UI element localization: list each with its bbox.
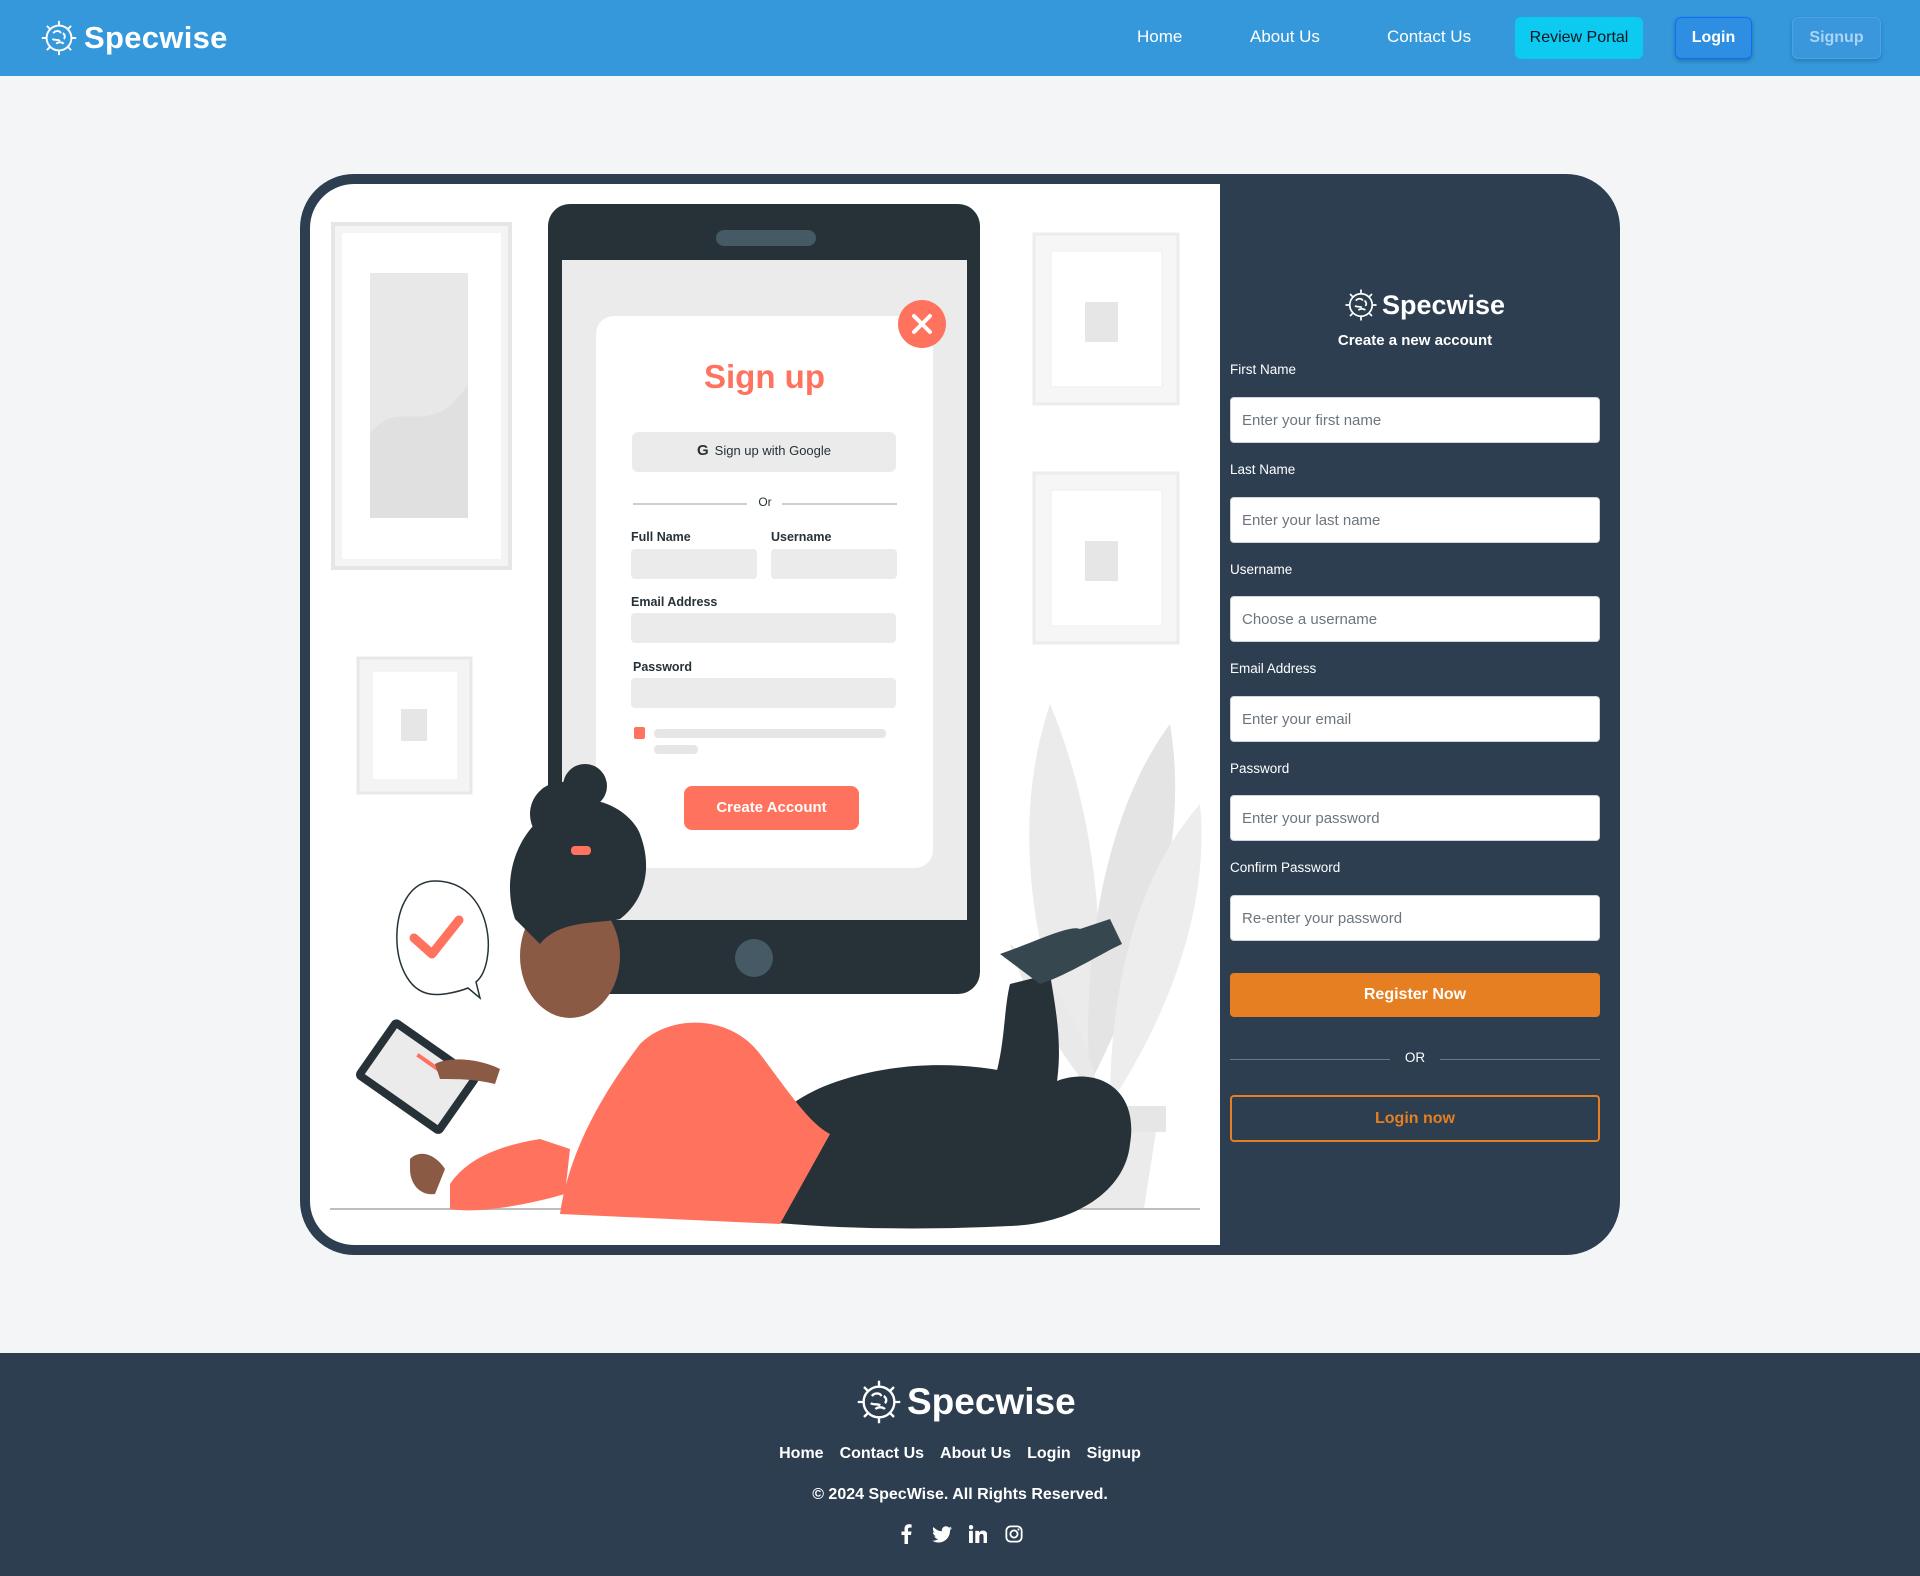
confirm-password-input[interactable]	[1230, 895, 1600, 941]
form-subtitle: Create a new account	[1337, 332, 1493, 349]
first-name-label: First Name	[1230, 362, 1297, 377]
registration-form-panel: Specwise Create a new account First Name…	[1220, 174, 1620, 1255]
last-name-input[interactable]	[1230, 497, 1600, 543]
username-input[interactable]	[1230, 596, 1600, 642]
first-name-input[interactable]	[1230, 397, 1600, 443]
login-now-button[interactable]: Login now	[1230, 1095, 1600, 1142]
illustration-password-label: Password	[633, 660, 693, 674]
password-label: Password	[1230, 761, 1290, 776]
nav-link-contact-us[interactable]: Contact Us	[1387, 27, 1471, 47]
footer-link-contact-us[interactable]: Contact Us	[840, 1445, 924, 1463]
wall-frame-large	[331, 222, 512, 570]
form-brand-name: Specwise	[1382, 289, 1506, 320]
form-brand: Specwise	[1342, 286, 1505, 324]
illustration-create-account: Create Account	[716, 799, 827, 816]
gear-brain-logo-icon	[1345, 289, 1377, 321]
wall-frame-small	[356, 656, 473, 795]
gear-brain-logo-icon	[41, 20, 77, 56]
footer-brand-name: Specwise	[907, 1381, 1076, 1422]
illustration-or: Or	[758, 495, 772, 509]
footer-link-login[interactable]: Login	[1027, 1445, 1071, 1463]
footer: Specwise Home Contact Us About Us Login …	[0, 1353, 1920, 1576]
twitter-icon[interactable]	[931, 1523, 953, 1545]
footer-link-about-us[interactable]: About Us	[940, 1445, 1011, 1463]
or-divider-text: OR	[1404, 1050, 1426, 1065]
footer-links: Home Contact Us About Us Login Signup	[0, 1445, 1920, 1463]
illustration-full-name-label: Full Name	[631, 530, 691, 544]
signup-button[interactable]: Signup	[1792, 17, 1881, 59]
login-button[interactable]: Login	[1675, 17, 1752, 59]
password-input[interactable]	[1230, 795, 1600, 841]
confirm-password-label: Confirm Password	[1230, 860, 1341, 875]
facebook-icon[interactable]	[895, 1523, 917, 1545]
checkmark-bubble	[396, 880, 490, 1001]
brand-logo-link[interactable]: Specwise	[38, 16, 228, 60]
register-now-button[interactable]: Register Now	[1230, 973, 1600, 1017]
copyright-text: © 2024 SpecWise. All Rights Reserved.	[812, 1486, 1108, 1503]
brand-name: Specwise	[84, 20, 228, 55]
signup-card: Sign up G Sign up with Google Or Full Na…	[300, 174, 1620, 1255]
footer-link-home[interactable]: Home	[779, 1445, 823, 1463]
signup-illustration: Sign up G Sign up with Google Or Full Na…	[310, 184, 1220, 1245]
google-g-icon: G	[696, 442, 709, 459]
illustration-google-label: Sign up with Google	[714, 443, 832, 458]
footer-link-signup[interactable]: Signup	[1087, 1445, 1141, 1463]
username-label: Username	[1230, 562, 1293, 577]
illustration-email-label: Email Address	[631, 595, 718, 609]
email-label: Email Address	[1230, 661, 1317, 676]
illustration-signup-title: Sign up	[704, 358, 825, 395]
illustration-artwork	[330, 204, 1202, 1229]
nav-link-home[interactable]: Home	[1137, 27, 1182, 47]
illustration-google-button: G Sign up with Google	[632, 442, 896, 459]
email-input[interactable]	[1230, 696, 1600, 742]
review-portal-button[interactable]: Review Portal	[1515, 17, 1643, 59]
nav-link-about-us[interactable]: About Us	[1250, 27, 1320, 47]
linkedin-icon[interactable]	[967, 1523, 989, 1545]
social-links	[0, 1523, 1920, 1545]
or-divider: OR	[1230, 1050, 1600, 1070]
gear-brain-logo-icon	[857, 1380, 901, 1424]
wall-frame-right-bottom	[1032, 471, 1180, 645]
footer-brand: Specwise	[853, 1376, 1076, 1428]
navbar: Specwise Home About Us Contact Us Review…	[0, 0, 1920, 76]
wall-frame-right-top	[1032, 232, 1180, 406]
last-name-label: Last Name	[1230, 462, 1296, 477]
instagram-icon[interactable]	[1003, 1523, 1025, 1545]
illustration-username-label: Username	[771, 530, 832, 544]
